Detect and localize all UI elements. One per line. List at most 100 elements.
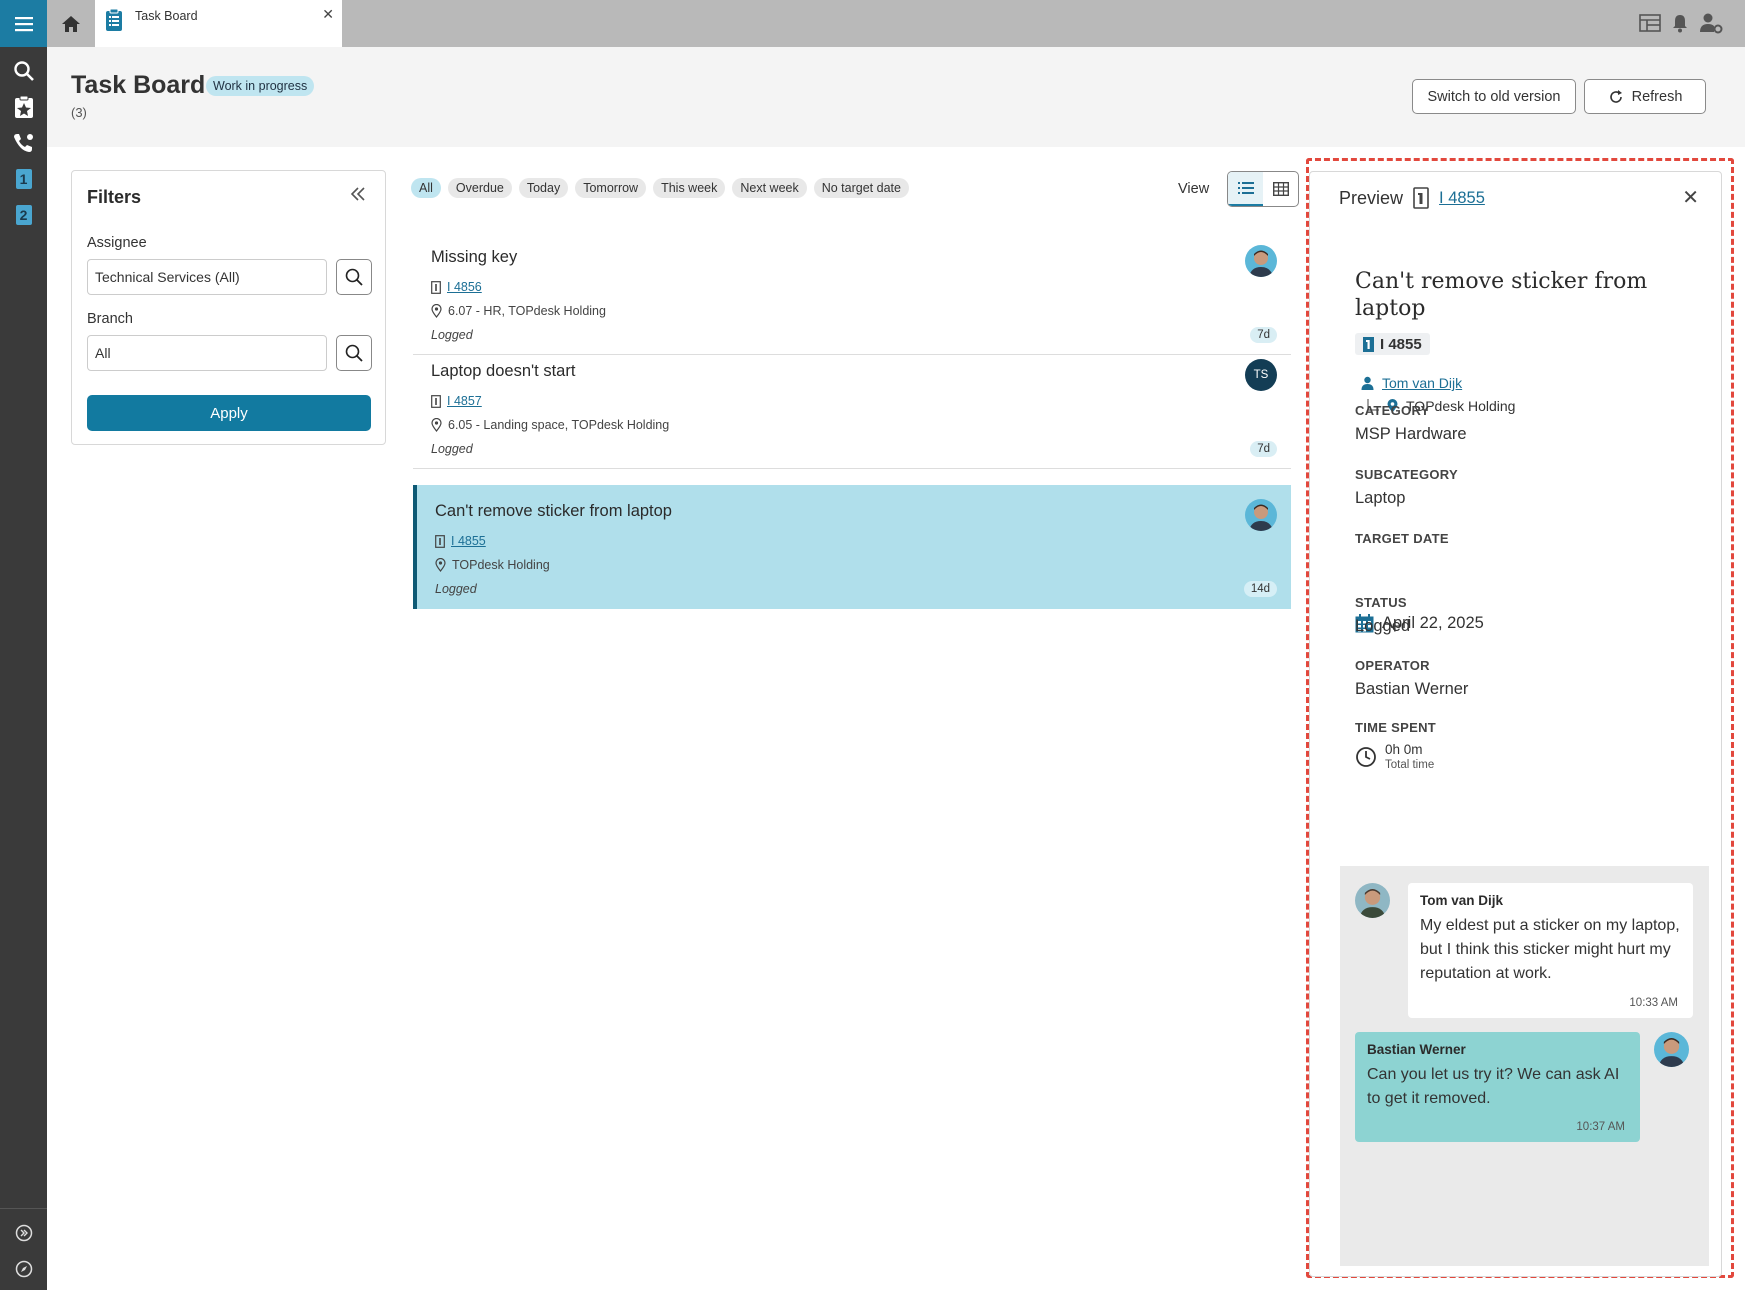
preview-panel: Preview I 4855 ✕ Can't remove sticker fr… xyxy=(1309,171,1722,1277)
branch-search-button[interactable] xyxy=(336,335,372,371)
task-status: Logged xyxy=(431,442,473,456)
task-title: Can't remove sticker from laptop xyxy=(435,502,672,520)
bell-icon[interactable] xyxy=(1671,13,1689,33)
grid-view-button[interactable] xyxy=(1263,172,1298,206)
chip-overdue[interactable]: Overdue xyxy=(447,178,512,198)
task-status: Logged xyxy=(435,582,477,596)
starred-clipboard-icon[interactable] xyxy=(0,90,47,124)
task-title: Laptop doesn't start xyxy=(431,362,576,380)
list-view-button[interactable] xyxy=(1228,172,1263,206)
incident-icon xyxy=(431,280,441,294)
avatar xyxy=(1654,1032,1689,1067)
task-card[interactable]: Missing key I 4856 6.07 - HR, TOPdesk Ho… xyxy=(413,231,1291,355)
chip-this-week[interactable]: This week xyxy=(653,178,726,198)
hamburger-menu-icon[interactable] xyxy=(0,0,47,47)
grid-icon xyxy=(1272,182,1289,196)
task-location-row: 6.07 - HR, TOPdesk Holding xyxy=(431,304,606,318)
operator-value: Bastian Werner xyxy=(1355,680,1469,698)
layout-icon[interactable] xyxy=(1639,14,1661,32)
refresh-label: Refresh xyxy=(1631,88,1683,105)
message-author: Tom van Dijk xyxy=(1420,893,1504,908)
status-badge: Work in progress xyxy=(206,76,315,96)
preview-person-row: Tom van Dijk xyxy=(1361,375,1462,391)
message-text: Can you let us try it? We can ask AI to … xyxy=(1367,1066,1620,1107)
chip-no-target-date[interactable]: No target date xyxy=(813,178,909,198)
assignee-label: Assignee xyxy=(87,235,147,251)
page-title: Task Board xyxy=(71,71,206,99)
apply-button[interactable]: Apply xyxy=(87,395,371,431)
preview-id-link[interactable]: I 4855 xyxy=(1439,189,1485,208)
preview-badge-id: I 4855 xyxy=(1380,335,1422,353)
location-pin-icon xyxy=(431,418,442,432)
message-time: 10:37 AM xyxy=(1576,1121,1625,1133)
status-label: STATUS xyxy=(1355,595,1407,610)
task-location: 6.07 - HR, TOPdesk Holding xyxy=(448,304,606,318)
page-header: Task Board Work in progress (3) Switch t… xyxy=(47,47,1745,147)
phone-person-icon[interactable] xyxy=(0,126,47,160)
preview-header: Preview I 4855 xyxy=(1339,187,1485,209)
avatar xyxy=(1245,499,1277,531)
refresh-button[interactable]: Refresh xyxy=(1584,79,1706,114)
incident-icon xyxy=(1413,187,1429,209)
top-right-actions xyxy=(1639,12,1723,34)
collapse-filters-icon[interactable] xyxy=(349,185,367,208)
subcategory-label: SUBCATEGORY xyxy=(1355,467,1458,482)
list-icon xyxy=(1237,182,1254,194)
message-text: My eldest put a sticker on my laptop, bu… xyxy=(1420,917,1680,982)
status-value: Logged xyxy=(1355,617,1411,635)
task-status: Logged xyxy=(431,328,473,342)
assignee-search-button[interactable] xyxy=(336,259,372,295)
date-filter-chips: All Overdue Today Tomorrow This week Nex… xyxy=(411,178,909,198)
chip-next-week[interactable]: Next week xyxy=(732,178,807,198)
location-pin-icon xyxy=(431,304,442,318)
task-location-row: TOPdesk Holding xyxy=(435,558,550,572)
category-value: MSP Hardware xyxy=(1355,425,1467,443)
task-location-row: 6.05 - Landing space, TOPdesk Holding xyxy=(431,418,669,432)
time-spent-row: 0h 0m Total time xyxy=(1355,742,1434,771)
branch-field[interactable]: All xyxy=(87,335,327,371)
call-1-icon[interactable]: 1 xyxy=(0,162,47,196)
tab-label: Task Board xyxy=(135,9,198,23)
incident-icon xyxy=(435,534,445,548)
expand-rail-icon[interactable] xyxy=(0,1216,47,1250)
view-label: View xyxy=(1178,181,1210,197)
avatar xyxy=(1245,245,1277,277)
operator-label: OPERATOR xyxy=(1355,658,1430,673)
close-tab-icon[interactable]: ✕ xyxy=(322,6,334,23)
preview-person-link[interactable]: Tom van Dijk xyxy=(1382,375,1462,391)
task-age-badge: 7d xyxy=(1250,327,1277,343)
task-id-link[interactable]: I 4855 xyxy=(451,534,486,548)
compass-icon[interactable] xyxy=(0,1252,47,1286)
chip-today[interactable]: Today xyxy=(518,178,569,198)
task-card[interactable]: Laptop doesn't start I 4857 6.05 - Landi… xyxy=(413,345,1291,469)
clock-icon xyxy=(1356,746,1376,767)
message-outgoing: Bastian Werner Can you let us try it? We… xyxy=(1355,1032,1640,1142)
avatar xyxy=(1355,883,1390,918)
task-card-selected[interactable]: Can't remove sticker from laptop I 4855 … xyxy=(413,485,1291,609)
time-spent-sub: Total time xyxy=(1385,759,1435,771)
time-spent-value: 0h 0m xyxy=(1385,742,1423,757)
call-2-icon[interactable]: 2 xyxy=(0,198,47,232)
chip-tomorrow[interactable]: Tomorrow xyxy=(575,178,647,198)
assignee-field[interactable]: Technical Services (All) xyxy=(87,259,327,295)
person-icon xyxy=(1361,376,1374,390)
user-settings-icon[interactable] xyxy=(1699,12,1723,34)
switch-old-version-button[interactable]: Switch to old version xyxy=(1412,79,1576,114)
home-icon[interactable] xyxy=(47,0,95,47)
incident-icon xyxy=(431,394,441,408)
preview-title: Can't remove sticker from laptop xyxy=(1355,269,1648,321)
target-date-label: TARGET DATE xyxy=(1355,531,1449,546)
left-rail: 1 2 xyxy=(0,0,47,1290)
task-id-row: I 4857 xyxy=(431,394,482,408)
incident-1-icon xyxy=(1363,336,1374,352)
task-age-badge: 14d xyxy=(1243,581,1277,597)
location-pin-icon xyxy=(435,558,446,572)
search-icon[interactable] xyxy=(0,54,47,88)
close-preview-icon[interactable]: ✕ xyxy=(1682,185,1699,210)
task-id-link[interactable]: I 4857 xyxy=(447,394,482,408)
task-id-link[interactable]: I 4856 xyxy=(447,280,482,294)
conversation-thread: Tom van Dijk My eldest put a sticker on … xyxy=(1340,866,1709,1266)
tab-task-board[interactable]: Task Board ✕ xyxy=(95,0,342,47)
filters-panel: Filters Assignee Technical Services (All… xyxy=(71,170,386,445)
chip-all[interactable]: All xyxy=(411,178,441,198)
